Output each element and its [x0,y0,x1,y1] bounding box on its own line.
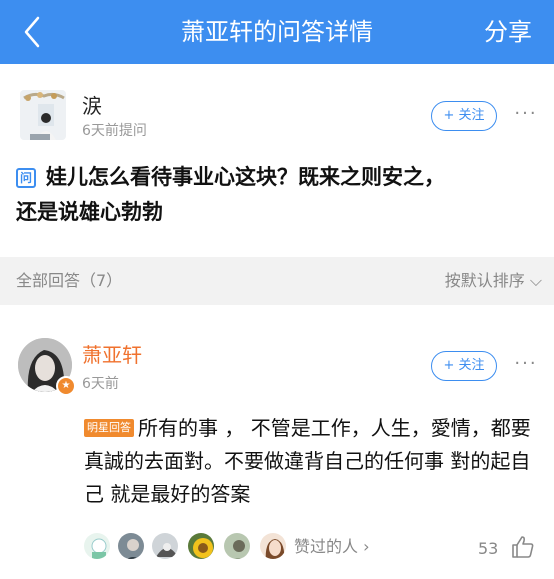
liker-avatar[interactable] [116,531,146,561]
asker-avatar[interactable] [20,90,66,140]
answer-text: 明星回答 所有的事 ， 不管是工作，人生，愛情，都要真誠的去面對。不要做違背自己的… [84,412,536,511]
liker-avatar[interactable] [150,531,180,561]
more-icon[interactable]: ··· [513,355,539,378]
star-badge-icon: ★ [56,376,76,396]
more-icon[interactable]: ··· [513,105,539,128]
sort-dropdown[interactable]: 按默认排序 ⌵ [445,271,542,291]
question-line-2: 还是说雄心勃勃 [16,200,163,224]
asker-name[interactable]: 涙 [82,94,102,118]
follow-asker-button[interactable]: + 关注 [431,101,497,131]
thumb-up-icon [512,536,534,558]
answer-body: 所有的事 ， 不管是工作，人生，愛情，都要真誠的去面對。不要做違背自己的任何事 … [84,416,531,506]
answer-author-name[interactable]: 萧亚轩 [82,342,142,368]
answer-count: 全部回答（7） [16,271,123,290]
question-text: 娃儿怎么看待事业心这块？既来之则安之， 还是说雄心勃勃 [16,160,542,230]
answer-time: 6天前 [82,376,119,392]
liker-avatar[interactable] [186,531,216,561]
liker-avatar[interactable] [82,531,112,561]
liker-avatar[interactable] [258,531,288,561]
like-count: 53 [478,539,499,558]
follow-author-button[interactable]: + 关注 [431,351,497,381]
star-answer-tag: 明星回答 [84,419,134,437]
top-navbar: 萧亚轩的问答详情 分享 [0,0,554,64]
question-icon: 问 [16,168,36,188]
share-button[interactable]: 分享 [484,14,532,50]
liker-avatar[interactable] [222,531,252,561]
like-button[interactable] [510,534,536,560]
question-time: 6天前提问 [82,123,147,139]
question-line-1: 娃儿怎么看待事业心这块？既来之则安之， [46,165,445,189]
likers-link[interactable]: 赞过的人 › [294,537,370,557]
answer-author-avatar[interactable]: ★ [18,338,76,396]
page-title: 萧亚轩的问答详情 [181,18,373,46]
answers-header: 全部回答（7） 按默认排序 ⌵ [0,257,554,305]
